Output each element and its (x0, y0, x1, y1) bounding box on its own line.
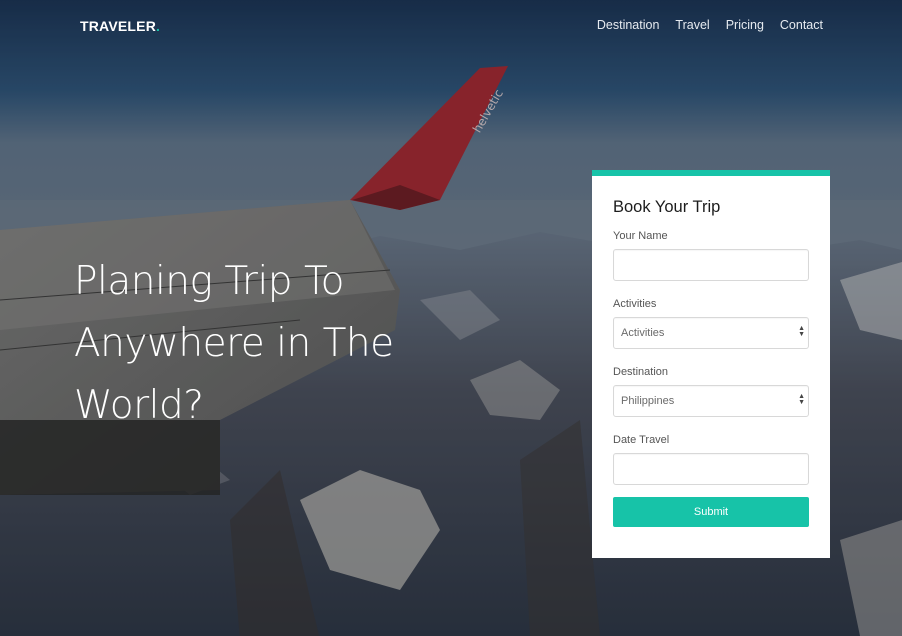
date-travel-input[interactable] (614, 454, 808, 484)
select-arrows-icon: ▲ ▼ (798, 393, 805, 406)
select-arrows-icon: ▲ ▼ (798, 325, 805, 338)
name-label: Your Name (613, 230, 668, 242)
booking-form-title: Book Your Trip (613, 198, 721, 216)
activities-label: Activities (613, 298, 657, 310)
booking-form: Book Your Trip Your Name Activities Acti… (592, 170, 830, 558)
name-input[interactable] (614, 250, 808, 280)
date-travel-field[interactable] (613, 453, 809, 485)
activities-select[interactable]: Activities ▲ ▼ (613, 317, 809, 349)
name-field[interactable] (613, 249, 809, 281)
hero-title-line-1: Planing Trip To (74, 259, 345, 304)
brand-name: TRAVELER (80, 18, 157, 34)
nav-link-pricing[interactable]: Pricing (726, 18, 764, 32)
destination-selected-value: Philippines (621, 395, 675, 407)
submit-button[interactable]: Submit (613, 497, 809, 527)
nav-link-travel[interactable]: Travel (675, 18, 709, 32)
navbar: TRAVELER. Destination Travel Pricing Con… (0, 0, 902, 52)
activities-selected-value: Activities (621, 327, 665, 339)
nav-link-contact[interactable]: Contact (780, 18, 823, 32)
hero-title-line-3: World? (74, 383, 204, 428)
date-travel-label: Date Travel (613, 434, 670, 446)
destination-select[interactable]: Philippines ▲ ▼ (613, 385, 809, 417)
hero-title: Planing Trip To Anywhere in The World? (74, 251, 434, 437)
hero-title-line-2: Anywhere in The (74, 321, 394, 366)
nav-menu: Destination Travel Pricing Contact (597, 18, 823, 32)
brand-logo[interactable]: TRAVELER. (80, 18, 160, 34)
brand-dot: . (156, 18, 161, 34)
nav-link-destination[interactable]: Destination (597, 18, 660, 32)
destination-label: Destination (613, 366, 669, 378)
